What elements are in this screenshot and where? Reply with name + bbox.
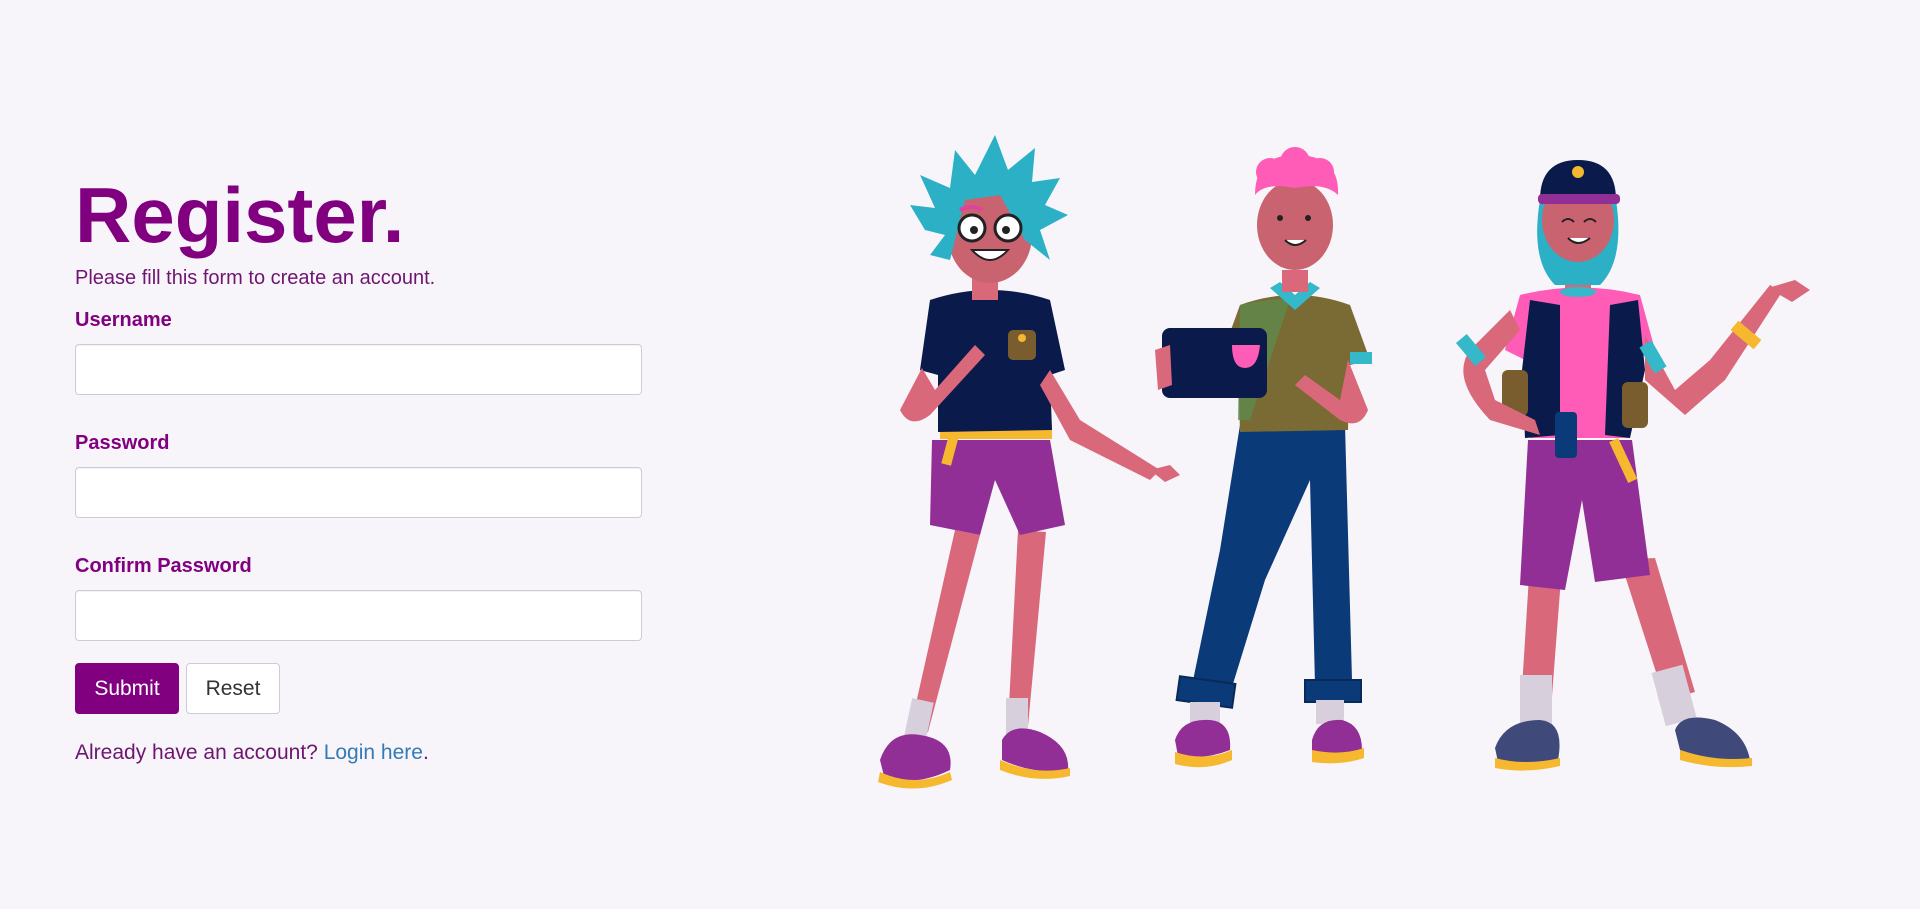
person-middle	[1155, 147, 1372, 768]
login-prompt: Already have an account? Login here.	[75, 740, 642, 766]
password-field-group: Password	[75, 431, 642, 518]
username-label: Username	[75, 309, 172, 331]
confirm-password-field-group: Confirm Password	[75, 554, 642, 641]
register-form: Register. Please fill this form to creat…	[75, 170, 642, 766]
submit-button[interactable]: Submit	[75, 663, 179, 714]
form-subtitle: Please fill this form to create an accou…	[75, 267, 436, 289]
page-title: Register.	[75, 171, 405, 259]
login-prompt-text: Already have an account?	[75, 741, 318, 764]
password-label: Password	[75, 432, 170, 454]
reset-button[interactable]: Reset	[186, 663, 280, 714]
three-people-illustration	[878, 135, 1810, 789]
login-suffix: .	[422, 741, 429, 764]
confirm-password-label: Confirm Password	[75, 555, 252, 577]
person-right	[1455, 160, 1810, 771]
person-left	[878, 135, 1180, 789]
login-link[interactable]: Login here	[324, 741, 423, 764]
form-buttons: Submit Reset	[75, 663, 642, 714]
username-input[interactable]	[75, 344, 642, 395]
password-input[interactable]	[75, 467, 642, 518]
username-field-group: Username	[75, 308, 642, 395]
confirm-password-input[interactable]	[75, 590, 642, 641]
